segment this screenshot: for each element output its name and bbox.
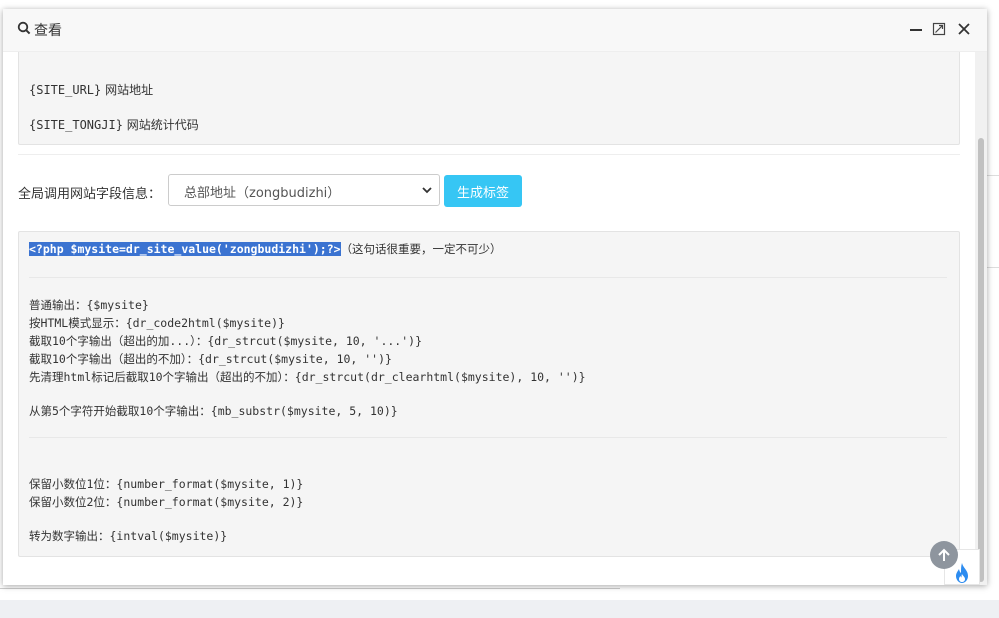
modal-body[interactable]: {SITE_URL} 网站地址 {SITE_TONGJI} 网站统计代码 全局调… xyxy=(3,52,973,585)
background-divider xyxy=(0,588,620,589)
code-line: {SITE_TONGJI} 网站统计代码 xyxy=(29,118,199,132)
code-line: 保留小数位2位：{number_format($mysite, 2)} xyxy=(29,495,304,509)
code-line: 保留小数位1位：{number_format($mysite, 1)} xyxy=(29,477,304,491)
code-block-top: {SITE_URL} 网站地址 {SITE_TONGJI} 网站统计代码 xyxy=(18,52,960,145)
code-line-selected: <?php $mysite=dr_site_value('zongbudizhi… xyxy=(29,242,502,256)
arrow-up-icon xyxy=(938,548,950,561)
maximize-button[interactable] xyxy=(929,19,949,39)
generate-tag-button[interactable]: 生成标签 xyxy=(444,175,522,207)
modal-title: 查看 xyxy=(17,20,62,40)
code-line: {SITE_URL} 网站地址 xyxy=(29,83,154,97)
modal-header: 查看 xyxy=(3,9,987,52)
close-icon xyxy=(958,23,970,35)
site-field-select[interactable]: 总部地址（zongbudizhi） xyxy=(168,174,440,206)
maximize-icon xyxy=(932,22,946,36)
code-separator xyxy=(29,437,947,438)
back-to-top-button[interactable] xyxy=(930,541,958,569)
background-footer-strip xyxy=(0,600,999,618)
background-divider xyxy=(985,267,999,268)
modal-scrollbar[interactable] xyxy=(975,52,987,585)
code-line: 先清理html标记后截取10个字输出（超出的不加）：{dr_strcut(dr_… xyxy=(29,370,586,384)
fire-icon xyxy=(956,563,968,583)
site-field-select-value: 总部地址（zongbudizhi） xyxy=(184,186,341,201)
close-button[interactable] xyxy=(954,19,974,39)
code-block-main: <?php $mysite=dr_site_value('zongbudizhi… xyxy=(18,231,960,557)
search-icon xyxy=(17,21,31,39)
scrollbar-thumb[interactable] xyxy=(978,138,984,582)
modal-title-text: 查看 xyxy=(34,23,62,39)
code-line: 从第5个字符开始截取10个字输出：{mb_substr($mysite, 5, … xyxy=(29,404,398,418)
code-line: 转为数字输出：{intval($mysite)} xyxy=(29,529,228,543)
chevron-down-icon xyxy=(421,184,433,200)
code-separator xyxy=(29,277,947,278)
code-line: 截取10个字输出（超出的加...）：{dr_strcut($mysite, 10… xyxy=(29,334,422,348)
section-divider xyxy=(18,154,960,155)
code-line: 按HTML模式显示：{dr_code2html($mysite)} xyxy=(29,316,285,330)
minimize-button[interactable] xyxy=(906,19,926,39)
code-line: 截取10个字输出（超出的不加）：{dr_strcut($mysite, 10, … xyxy=(29,352,392,366)
code-line: 普通输出：{$mysite} xyxy=(29,298,149,312)
minimize-icon xyxy=(910,29,922,31)
background-divider xyxy=(985,175,999,176)
view-modal: 查看 {SITE_URL} 网站地址 {SITE_TONGJI} 网站统计代码 … xyxy=(3,9,987,585)
field-selector-label: 全局调用网站字段信息： xyxy=(18,187,162,202)
